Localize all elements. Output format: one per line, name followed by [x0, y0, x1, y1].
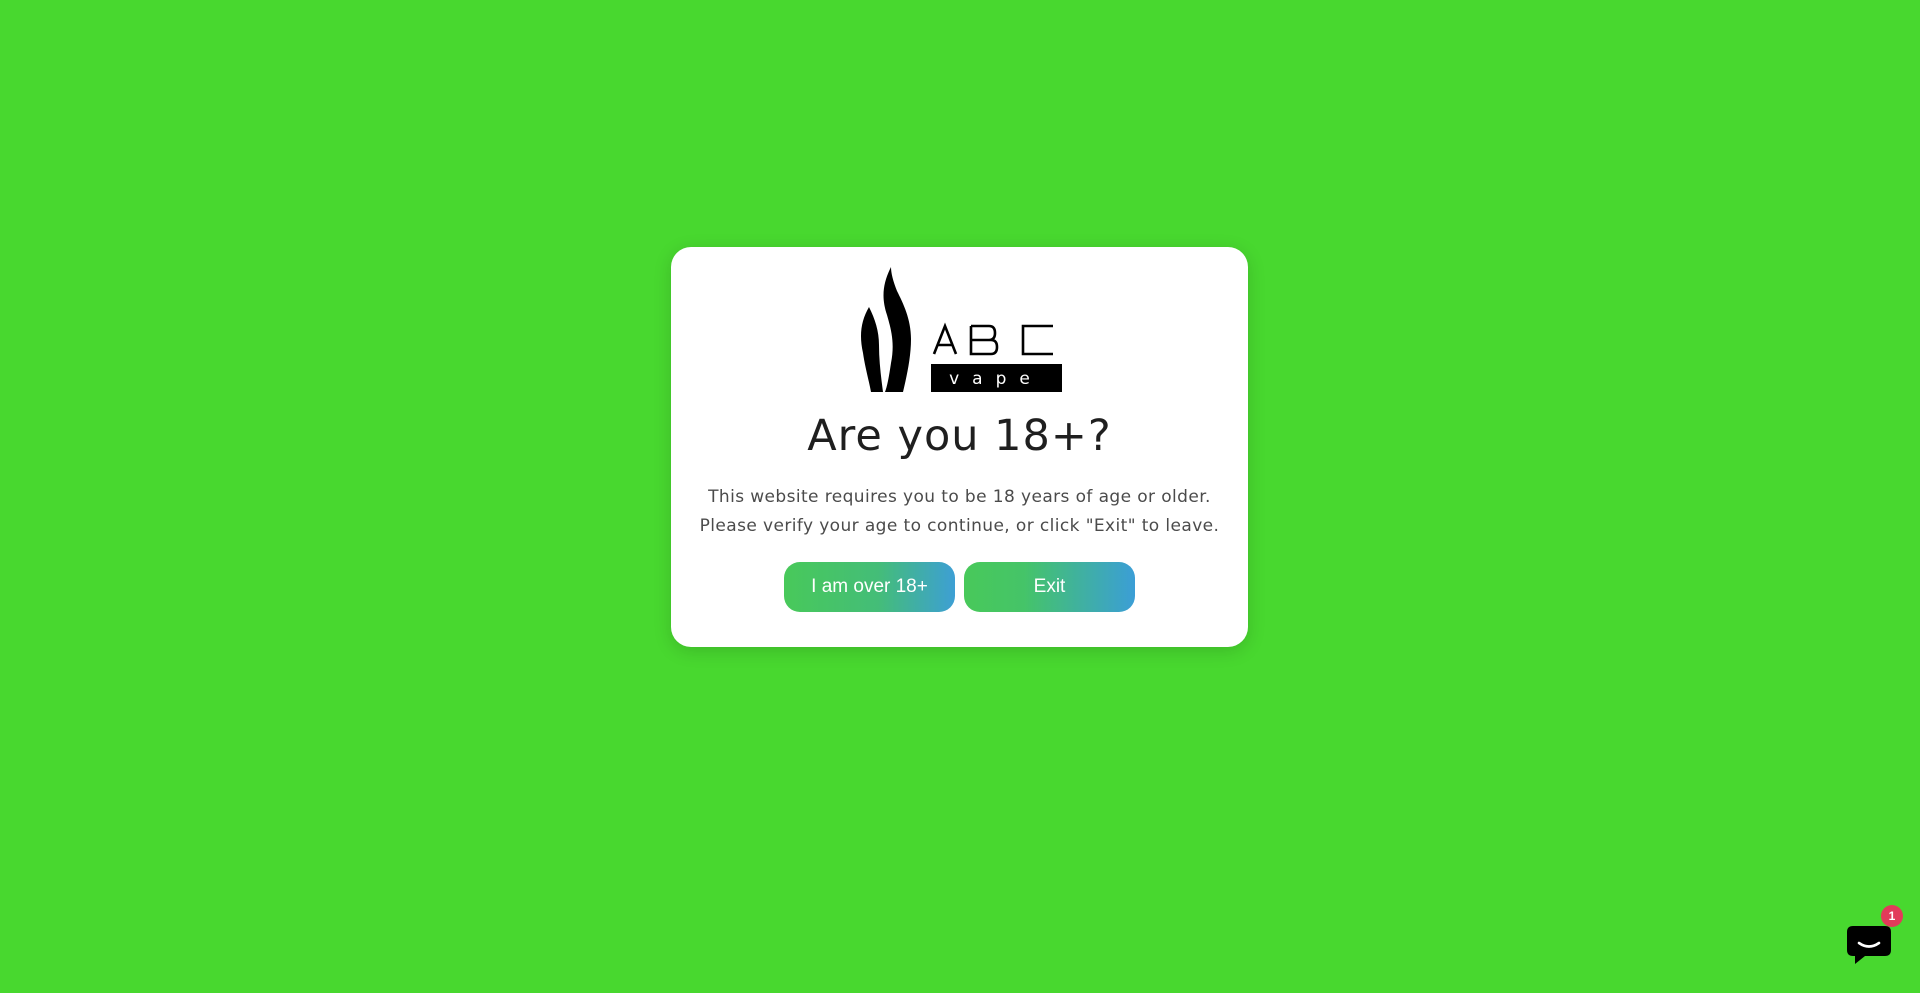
age-gate-title: Are you 18+? [807, 411, 1112, 461]
abc-vape-logo: vape [857, 267, 1065, 397]
chat-launcher-button[interactable] [1845, 920, 1893, 968]
exit-button[interactable]: Exit [964, 562, 1135, 612]
age-gate-description-line-2: Please verify your age to continue, or c… [699, 516, 1220, 536]
flame-logo-icon [861, 267, 911, 392]
confirm-age-button[interactable]: I am over 18+ [784, 562, 955, 612]
age-gate-description-line-1: This website requires you to be 18 years… [708, 487, 1211, 507]
age-gate-description: This website requires you to be 18 years… [671, 483, 1248, 541]
chat-bubble-icon [1847, 926, 1891, 964]
chat-notification-badge: 1 [1881, 905, 1903, 927]
svg-text:vape: vape [949, 369, 1043, 389]
age-verification-modal: vape Are you 18+? This website requires … [671, 247, 1248, 647]
